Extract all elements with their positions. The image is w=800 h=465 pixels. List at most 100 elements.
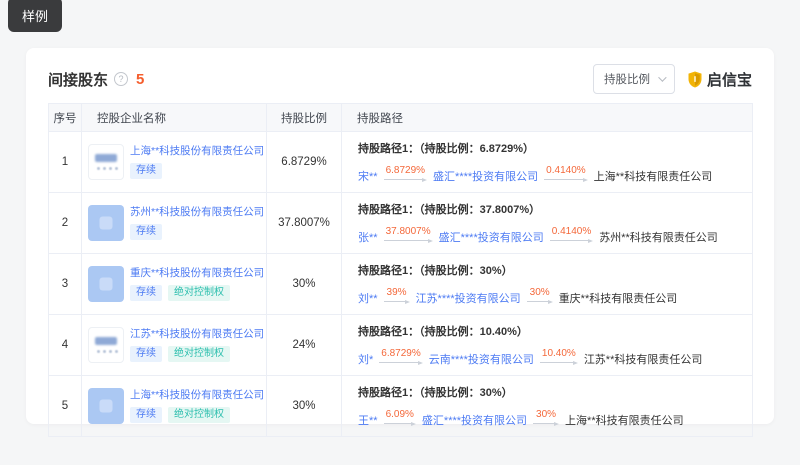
company-logo	[88, 205, 124, 241]
company-tags: 存续绝对控制权	[130, 407, 264, 423]
section-title: 间接股东	[48, 69, 108, 90]
path-flow: 刘** 39% 江苏****投资有限公司 30% 重庆**科技有限责任公司	[358, 287, 736, 306]
path-entity-link[interactable]: 云南****投资有限公司	[429, 353, 534, 367]
row-index: 1	[49, 132, 82, 193]
path-arrow-icon: 30%	[527, 287, 553, 304]
path-entity-link[interactable]: 刘*	[358, 353, 373, 367]
path-arrow-icon: 0.4140%	[544, 165, 587, 182]
path-entity-link[interactable]: 宋**	[358, 170, 378, 184]
ratio-cell: 6.8729%	[267, 132, 342, 193]
company-cell: 上海**科技股份有限责任公司 存续	[82, 132, 267, 193]
company-name-link[interactable]: 重庆**科技股份有限责任公司	[130, 267, 264, 280]
brand-name: 启信宝	[707, 69, 752, 90]
path-arrow-icon: 30%	[533, 409, 559, 426]
path-entity-text: 上海**科技有限责任公司	[565, 414, 684, 428]
row-index: 2	[49, 193, 82, 254]
ratio-cell: 37.8007%	[267, 193, 342, 254]
table-header-row: 序号 控股企业名称 持股比例 持股路径	[49, 104, 753, 132]
path-entity-link[interactable]: 盛汇****投资有限公司	[433, 170, 538, 184]
ratio-cell: 24%	[267, 315, 342, 376]
tag-status: 存续	[130, 407, 162, 423]
company-tags: 存续	[130, 163, 264, 179]
brand-logo: 启信宝	[687, 69, 752, 90]
table-row: 2 苏州**科技股份有限责任公司 存续 37.8007% 持股路径1：（持股比例…	[49, 193, 753, 254]
column-header-company: 控股企业名称	[82, 104, 267, 132]
shareholders-table: 序号 控股企业名称 持股比例 持股路径 1 上海**科技股份有限责任公司 存续 …	[48, 103, 753, 437]
path-entity-link[interactable]: 盛汇****投资有限公司	[439, 231, 544, 245]
arrow-percentage-label: 0.4140%	[550, 226, 593, 238]
shareholder-count: 5	[136, 71, 144, 88]
company-logo	[88, 327, 124, 363]
path-arrow-icon: 39%	[384, 287, 410, 304]
arrow-line	[384, 238, 433, 243]
company-logo	[88, 144, 124, 180]
path-arrow-icon: 6.8729%	[384, 165, 427, 182]
question-circle-icon[interactable]: ?	[114, 72, 128, 86]
row-index: 5	[49, 376, 82, 437]
company-tags: 存续绝对控制权	[130, 346, 264, 362]
path-entity-link[interactable]: 王**	[358, 414, 378, 428]
ratio-cell: 30%	[267, 254, 342, 315]
arrow-percentage-label: 30%	[528, 287, 552, 299]
path-cell: 持股路径1：（持股比例：6.8729%） 宋** 6.8729% 盛汇****投资有…	[342, 132, 753, 193]
path-cell: 持股路径1：（持股比例：30%） 王** 6.09% 盛汇****投资有限公司 30%…	[342, 376, 753, 437]
company-logo	[88, 388, 124, 424]
arrow-line	[544, 177, 587, 182]
sort-dropdown[interactable]: 持股比例	[593, 64, 675, 94]
chevron-down-icon	[658, 73, 666, 81]
arrow-percentage-label: 6.8729%	[379, 348, 422, 360]
path-entity-link[interactable]: 江苏****投资有限公司	[416, 292, 521, 306]
company-name-link[interactable]: 上海**科技股份有限责任公司	[130, 389, 264, 402]
arrow-percentage-label: 39%	[385, 287, 409, 299]
company-cell: 重庆**科技股份有限责任公司 存续绝对控制权	[82, 254, 267, 315]
ratio-cell: 30%	[267, 376, 342, 437]
indirect-shareholders-card: 间接股东 ? 5 持股比例 启信宝 序号 控股企业名称 持股比例	[26, 48, 774, 424]
company-name-link[interactable]: 苏州**科技股份有限责任公司	[130, 206, 264, 219]
arrow-line	[533, 421, 559, 426]
path-title: 持股路径1：（持股比例：6.8729%）	[358, 140, 736, 156]
table-body: 1 上海**科技股份有限责任公司 存续 6.8729% 持股路径1：（持股比例：…	[49, 132, 753, 437]
path-title: 持股路径1：（持股比例：30%）	[358, 384, 736, 400]
path-entity-link[interactable]: 刘**	[358, 292, 378, 306]
path-arrow-icon: 6.8729%	[379, 348, 422, 365]
table-row: 4 江苏**科技股份有限责任公司 存续绝对控制权 24% 持股路径1：（持股比例…	[49, 315, 753, 376]
company-tags: 存续	[130, 224, 264, 240]
path-cell: 持股路径1：（持股比例：37.8007%） 张**37.8007%盛汇****投…	[342, 193, 753, 254]
company-cell: 上海**科技股份有限责任公司 存续绝对控制权	[82, 376, 267, 437]
path-flow: 张**37.8007%盛汇****投资有限公司0.4140%苏州**科技有限责任…	[358, 226, 736, 245]
column-header-path: 持股路径	[342, 104, 753, 132]
path-arrow-icon: 6.09%	[384, 409, 416, 426]
gold-shield-icon	[687, 71, 703, 88]
path-entity-text: 江苏**科技有限责任公司	[584, 353, 703, 367]
company-logo	[88, 266, 124, 302]
arrow-line	[527, 299, 553, 304]
tag-status: 存续	[130, 224, 162, 240]
path-title: 持股路径1：（持股比例：30%）	[358, 262, 736, 278]
arrow-percentage-label: 0.4140%	[544, 165, 587, 177]
tag-status: 存续	[130, 163, 162, 179]
company-name-link[interactable]: 上海**科技股份有限责任公司	[130, 145, 264, 158]
arrow-percentage-label: 6.8729%	[384, 165, 427, 177]
path-entity-text: 重庆**科技有限责任公司	[559, 292, 678, 306]
path-flow: 宋** 6.8729% 盛汇****投资有限公司 0.4140% 上海**科技有限责任公…	[358, 165, 736, 184]
arrow-line	[550, 238, 593, 243]
row-index: 4	[49, 315, 82, 376]
company-cell: 苏州**科技股份有限责任公司 存续	[82, 193, 267, 254]
path-entity-link[interactable]: 张**	[358, 231, 378, 245]
sample-badge: 样例	[8, 0, 62, 32]
arrow-line	[384, 177, 427, 182]
tag-status: 存续	[130, 346, 162, 362]
path-entity-text: 上海**科技有限责任公司	[594, 170, 713, 184]
table-row: 1 上海**科技股份有限责任公司 存续 6.8729% 持股路径1：（持股比例：…	[49, 132, 753, 193]
table-row: 3 重庆**科技股份有限责任公司 存续绝对控制权 30% 持股路径1：（持股比例…	[49, 254, 753, 315]
row-index: 3	[49, 254, 82, 315]
path-entity-link[interactable]: 盛汇****投资有限公司	[422, 414, 527, 428]
tag-control: 绝对控制权	[168, 407, 230, 423]
path-arrow-icon: 10.40%	[540, 348, 578, 365]
arrow-percentage-label: 37.8007%	[384, 226, 433, 238]
company-name-link[interactable]: 江苏**科技股份有限责任公司	[130, 328, 264, 341]
company-cell: 江苏**科技股份有限责任公司 存续绝对控制权	[82, 315, 267, 376]
arrow-percentage-label: 6.09%	[384, 409, 416, 421]
path-title: 持股路径1：（持股比例：10.40%）	[358, 323, 736, 339]
company-tags: 存续绝对控制权	[130, 285, 264, 301]
